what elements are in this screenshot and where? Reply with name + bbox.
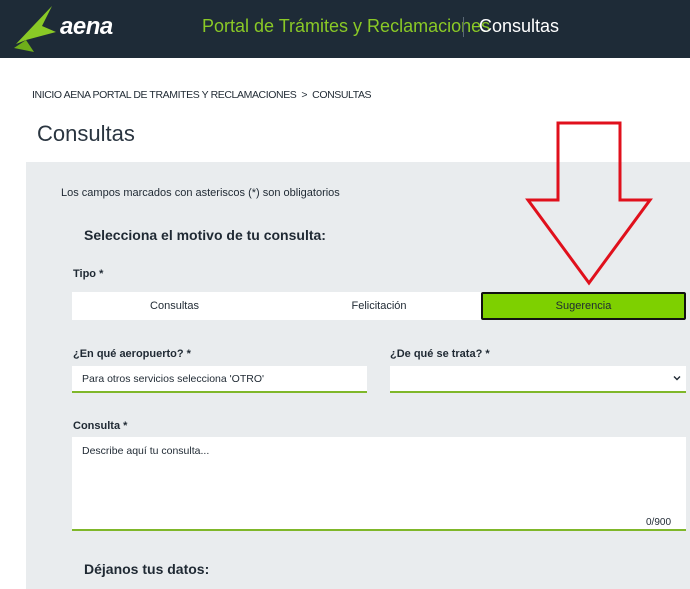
trata-select[interactable] [390,366,686,393]
header-divider [463,17,464,37]
aena-logo-icon [14,6,56,52]
consulta-label: Consulta * [73,420,128,432]
breadcrumb: INICIO AENA PORTAL DE TRAMITES Y RECLAMA… [32,89,372,101]
aena-logo[interactable]: aena [12,4,122,54]
tipo-option-felicitacion[interactable]: Felicitación [277,292,481,320]
airport-label: ¿En qué aeropuerto? * [73,348,191,360]
header-section-title: Consultas [479,16,560,36]
page-title: Consultas [37,121,135,146]
tipo-option-sugerencia[interactable]: Sugerencia [481,292,686,320]
consulta-textarea[interactable] [72,437,686,531]
logo-text: aena [60,13,113,40]
motivo-heading: Selecciona el motivo de tu consulta: [84,227,326,243]
chevron-down-icon [673,376,681,381]
tipo-selector: Consultas Felicitación Sugerencia [72,292,686,320]
datos-heading: Déjanos tus datos: [84,561,210,577]
character-counter: 0/900 [646,517,672,528]
tipo-label: Tipo * [73,268,104,280]
trata-label: ¿De qué se trata? * [390,348,490,360]
breadcrumb-home-link[interactable]: INICIO AENA PORTAL DE TRAMITES Y RECLAMA… [32,89,297,101]
top-header: aena Portal de Trámites y Reclamaciones … [0,0,690,58]
airport-input[interactable] [72,366,367,393]
required-fields-note: Los campos marcados con asteriscos (*) s… [61,187,340,199]
portal-title[interactable]: Portal de Trámites y Reclamaciones [202,16,490,37]
breadcrumb-separator: > [301,89,308,101]
tipo-option-consultas[interactable]: Consultas [72,292,277,320]
breadcrumb-current: CONSULTAS [312,89,372,101]
